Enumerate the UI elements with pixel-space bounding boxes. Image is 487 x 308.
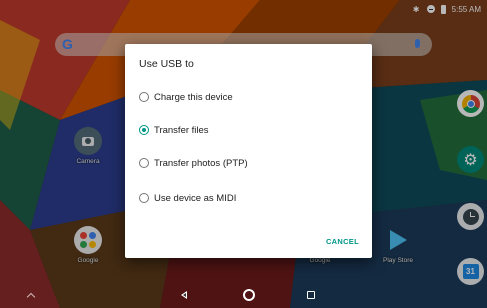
home-icon[interactable]	[243, 289, 255, 301]
radio-button[interactable]	[139, 92, 149, 102]
cancel-button[interactable]: CANCEL	[326, 237, 359, 246]
option-label: Charge this device	[154, 91, 233, 103]
option-label: Transfer photos (PTP)	[154, 157, 248, 169]
back-icon[interactable]	[181, 291, 187, 299]
option-label: Transfer files	[154, 124, 209, 136]
recents-icon[interactable]	[307, 291, 315, 299]
radio-button[interactable]	[139, 193, 149, 203]
radio-button-selected[interactable]	[139, 125, 149, 135]
option-transfer-files[interactable]: Transfer files	[139, 123, 209, 137]
dialog-title: Use USB to	[139, 58, 194, 70]
option-transfer-photos[interactable]: Transfer photos (PTP)	[139, 156, 248, 170]
navigation-bar	[0, 286, 487, 308]
option-label: Use device as MIDI	[154, 192, 237, 204]
usb-options-dialog: Use USB to Charge this device Transfer f…	[125, 44, 372, 258]
option-midi[interactable]: Use device as MIDI	[139, 191, 236, 205]
radio-button[interactable]	[139, 158, 149, 168]
option-charge-device[interactable]: Charge this device	[139, 90, 233, 104]
